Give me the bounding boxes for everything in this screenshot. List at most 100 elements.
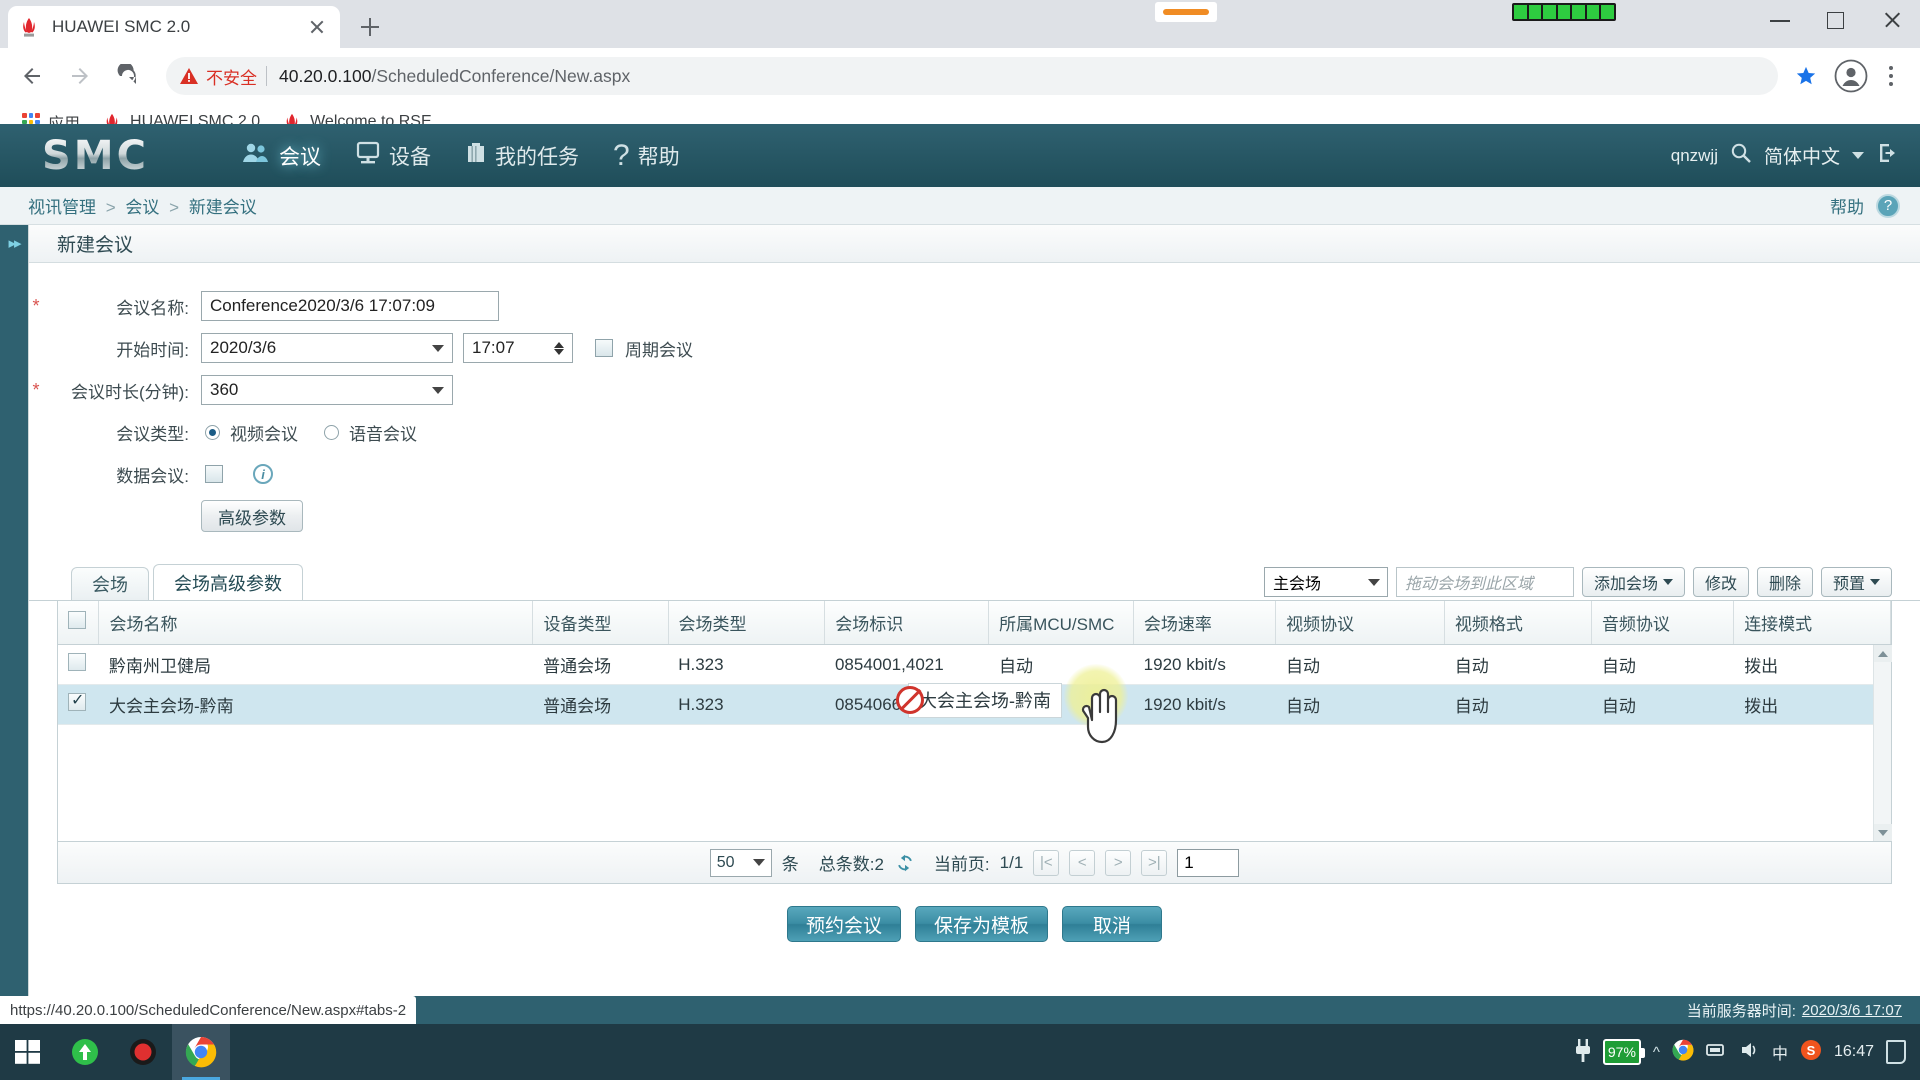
- taskbar-clock[interactable]: 16:47: [1834, 1043, 1874, 1061]
- row-checkbox-cell[interactable]: [58, 645, 99, 685]
- save-as-template-button[interactable]: 保存为模板: [915, 906, 1049, 942]
- radio-video-meeting[interactable]: [205, 424, 220, 440]
- table-scrollbar[interactable]: [1873, 645, 1892, 841]
- last-page-button[interactable]: >|: [1141, 849, 1168, 876]
- current-page-value: 1/1: [999, 852, 1024, 872]
- address-bar[interactable]: 不安全 40.20.0.100/ScheduledConference/New.…: [166, 57, 1778, 95]
- sogou-icon[interactable]: S: [1800, 1039, 1822, 1066]
- tab-site[interactable]: 会场: [71, 567, 149, 600]
- chevron-down-icon: [432, 344, 444, 352]
- spinner-arrows-icon[interactable]: [554, 341, 566, 356]
- col-audio-protocol[interactable]: 音频协议: [1591, 601, 1735, 645]
- nav-item-help[interactable]: ? 帮助: [613, 140, 680, 171]
- page-size-select[interactable]: 50: [709, 848, 772, 877]
- minimize-icon[interactable]: [1752, 0, 1808, 40]
- battery-indicator[interactable]: 97%: [1602, 1039, 1645, 1065]
- bookmark-star-icon[interactable]: [1788, 58, 1824, 94]
- start-date-select[interactable]: 2020/3/6: [201, 333, 453, 363]
- taskbar-item-green-arrow[interactable]: [56, 1024, 114, 1080]
- language-label[interactable]: 简体中文: [1764, 142, 1840, 169]
- start-date-value: 2020/3/6: [210, 338, 277, 357]
- col-site-id[interactable]: 会场标识: [824, 601, 990, 645]
- window-close-icon[interactable]: [1864, 0, 1920, 40]
- forward-icon[interactable]: [60, 56, 100, 96]
- first-page-button[interactable]: |<: [1033, 849, 1060, 876]
- speaker-icon[interactable]: [1740, 1040, 1760, 1065]
- nav-item-my-tasks[interactable]: 我的任务: [465, 141, 579, 171]
- breadcrumb-item-0[interactable]: 视讯管理: [28, 198, 96, 217]
- next-page-button[interactable]: >: [1105, 849, 1132, 876]
- duration-select[interactable]: 360: [201, 375, 453, 405]
- modify-button[interactable]: 修改: [1692, 567, 1749, 597]
- taskbar-item-chrome[interactable]: [172, 1024, 230, 1080]
- select-all-header[interactable]: [58, 601, 100, 645]
- book-meeting-button[interactable]: 预约会议: [786, 906, 901, 942]
- meeting-name-input[interactable]: [201, 291, 499, 321]
- row-checkbox-cell[interactable]: [58, 684, 99, 725]
- modify-label: 修改: [1704, 576, 1737, 593]
- expand-sidebar-icon[interactable]: ▸▸: [8, 234, 21, 252]
- site-role-select[interactable]: 主会场: [1263, 567, 1388, 597]
- refresh-icon[interactable]: [894, 852, 916, 874]
- taskbar-item-recorder[interactable]: [114, 1024, 172, 1080]
- select-all-checkbox[interactable]: [68, 611, 86, 629]
- windows-start-icon[interactable]: [0, 1024, 56, 1080]
- col-connect-mode[interactable]: 连接模式: [1733, 601, 1891, 645]
- window-controls: [1752, 0, 1920, 40]
- maximize-icon[interactable]: [1808, 0, 1864, 40]
- scroll-up-icon[interactable]: [1874, 645, 1892, 662]
- data-conference-checkbox[interactable]: [205, 465, 223, 483]
- orange-indicator: [1155, 2, 1217, 22]
- ime-icon[interactable]: 中: [1772, 1040, 1788, 1064]
- site-drop-zone[interactable]: 拖动会场到此区域: [1395, 567, 1574, 597]
- chrome-tray-icon[interactable]: [1672, 1039, 1694, 1066]
- close-icon[interactable]: [304, 14, 330, 40]
- col-mcu-smc[interactable]: 所属MCU/SMC: [988, 601, 1134, 645]
- question-circle-icon[interactable]: ?: [1876, 193, 1900, 218]
- search-icon[interactable]: [1730, 142, 1752, 169]
- logout-icon[interactable]: [1876, 141, 1900, 170]
- breadcrumb-item-1[interactable]: 会议: [125, 198, 159, 217]
- col-site-type[interactable]: 会场类型: [668, 601, 826, 645]
- row-checkbox[interactable]: [68, 653, 86, 671]
- radio-voice-meeting[interactable]: [324, 424, 339, 440]
- row-checkbox[interactable]: [68, 690, 86, 711]
- new-tab-button[interactable]: [352, 9, 388, 45]
- preset-button[interactable]: 预置: [1820, 567, 1892, 597]
- start-time-spinner[interactable]: 17:07: [463, 333, 573, 363]
- form-row-duration: * 会议时长(分钟): 360: [29, 369, 1920, 411]
- notification-icon[interactable]: [1886, 1040, 1906, 1064]
- col-site-rate[interactable]: 会场速率: [1133, 601, 1277, 645]
- chevron-down-icon[interactable]: [1852, 152, 1864, 159]
- page-number-input[interactable]: [1177, 848, 1240, 877]
- col-device-type[interactable]: 设备类型: [532, 601, 669, 645]
- recurring-checkbox[interactable]: [595, 339, 613, 357]
- cancel-button[interactable]: 取消: [1062, 906, 1163, 942]
- back-icon[interactable]: [12, 56, 52, 96]
- col-video-format[interactable]: 视频格式: [1444, 601, 1592, 645]
- info-icon[interactable]: i: [253, 464, 273, 484]
- delete-button[interactable]: 删除: [1756, 567, 1813, 597]
- reload-icon[interactable]: [108, 56, 148, 96]
- app-logo[interactable]: SMC: [42, 133, 149, 179]
- nav-item-meeting[interactable]: 会议: [241, 141, 321, 171]
- add-site-button[interactable]: 添加会场: [1581, 567, 1685, 597]
- prev-page-button[interactable]: <: [1069, 849, 1096, 876]
- pager-total-label: 总条数:2: [818, 855, 884, 874]
- table-row[interactable]: 黔南州卫健局 普通会场 H.323 0854001,4021 自动 1920 k…: [58, 645, 1891, 685]
- col-video-protocol[interactable]: 视频协议: [1275, 601, 1445, 645]
- chevron-up-icon[interactable]: ^: [1653, 1044, 1660, 1061]
- col-site-name[interactable]: 会场名称: [98, 601, 534, 645]
- advanced-params-button[interactable]: 高级参数: [201, 500, 303, 532]
- network-icon[interactable]: [1706, 1040, 1728, 1065]
- browser-menu-icon[interactable]: [1874, 58, 1908, 94]
- scroll-down-icon[interactable]: [1874, 824, 1892, 841]
- browser-tab[interactable]: HUAWEI SMC 2.0: [8, 6, 340, 48]
- table-pager: 50 条 总条数:2 当前页: 1/1 |< < > >|: [58, 841, 1891, 883]
- nav-item-device[interactable]: 设备: [355, 141, 431, 171]
- avatar[interactable]: [1834, 59, 1868, 93]
- tab-site-advanced-params[interactable]: 会场高级参数: [153, 564, 303, 600]
- help-link[interactable]: 帮助: [1830, 193, 1864, 218]
- system-tray: 97% ^ 中 S 16:47: [1575, 1039, 1920, 1066]
- cell-site-name: 黔南州卫健局: [99, 645, 534, 685]
